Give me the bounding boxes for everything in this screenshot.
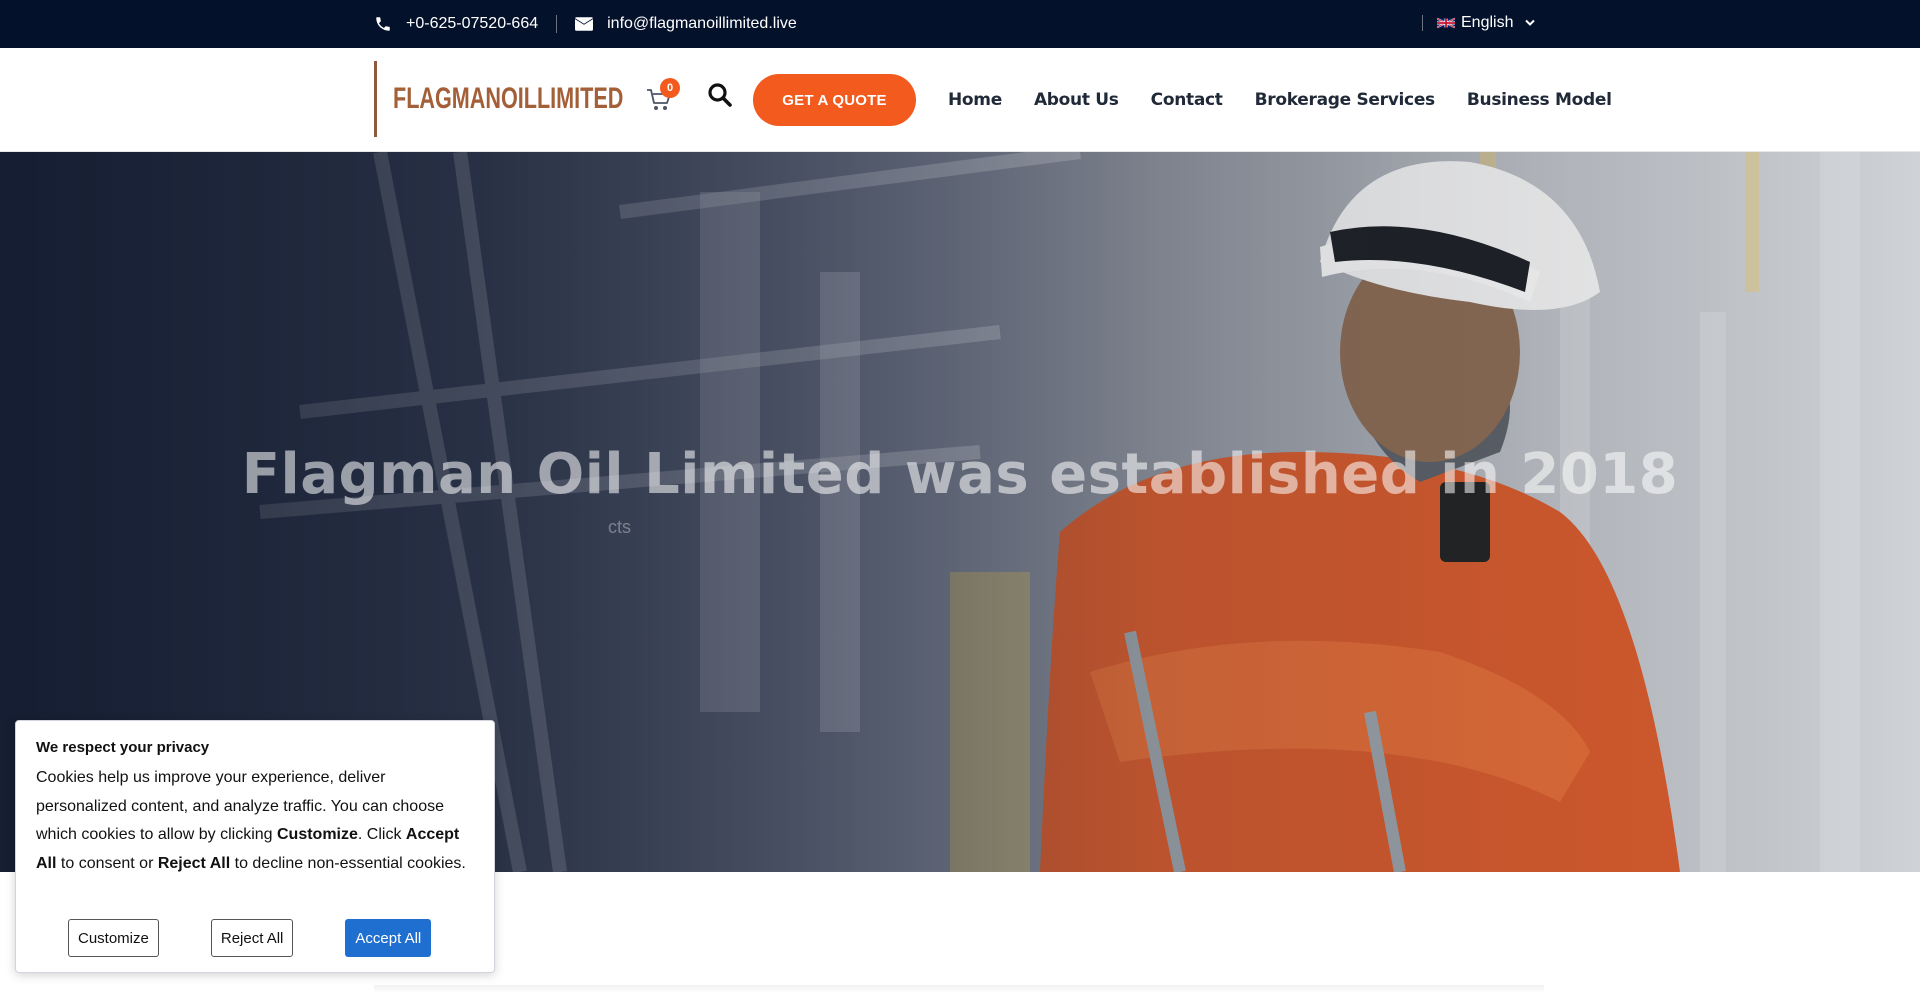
hero-subtext: cts xyxy=(608,517,632,537)
cart-button[interactable]: 0 xyxy=(645,78,680,116)
top-contact: +0-625-07520-664 info@flagmanoillimited.… xyxy=(374,0,797,48)
reject-all-button[interactable]: Reject All xyxy=(210,919,294,957)
logo-bar xyxy=(374,61,377,137)
uk-flag-icon xyxy=(1437,17,1455,29)
divider xyxy=(1422,15,1423,31)
hero-headline: Flagman Oil Limited was established in 2… xyxy=(241,442,1679,507)
search-icon xyxy=(708,83,732,107)
top-bar: +0-625-07520-664 info@flagmanoillimited.… xyxy=(0,0,1920,48)
main-nav: Home About Us Contact Brokerage Services… xyxy=(948,48,1612,152)
search-button[interactable] xyxy=(707,82,735,110)
nav-contact[interactable]: Contact xyxy=(1151,90,1223,110)
get-a-quote-button[interactable]: GET A QUOTE xyxy=(753,74,916,126)
cookie-bold-customize: Customize xyxy=(277,826,358,843)
email-address: info@flagmanoillimited.live xyxy=(607,15,797,32)
nav-brokerage-services[interactable]: Brokerage Services xyxy=(1255,90,1436,110)
logo-text: FLAGMANOILLIMITED xyxy=(393,82,624,115)
phone-link[interactable]: +0-625-07520-664 xyxy=(374,15,538,33)
nav-about-us[interactable]: About Us xyxy=(1034,90,1119,110)
cookie-text-4: to decline non-essential cookies. xyxy=(230,854,466,872)
nav-home[interactable]: Home xyxy=(948,90,1002,110)
section-shadow xyxy=(374,985,1544,993)
cookie-consent-banner: We respect your privacy Cookies help us … xyxy=(15,720,495,973)
divider xyxy=(556,15,558,33)
cookie-bold-reject: Reject All xyxy=(157,854,231,872)
envelope-icon xyxy=(575,17,594,31)
nav-business-model[interactable]: Business Model xyxy=(1467,90,1612,110)
phone-icon xyxy=(376,17,390,31)
cookie-title: We respect your privacy xyxy=(36,739,210,756)
language-selector[interactable]: English xyxy=(1422,0,1536,46)
cookie-text: Cookies help us improve your experience,… xyxy=(36,764,476,878)
language-label: English xyxy=(1461,14,1514,31)
phone-number: +0-625-07520-664 xyxy=(406,15,539,32)
cookie-buttons: Customize Reject All Accept All xyxy=(68,919,432,957)
accept-all-button[interactable]: Accept All xyxy=(345,919,432,957)
chevron-down-icon xyxy=(1525,19,1536,26)
cookie-text-2: . Click xyxy=(357,826,406,843)
email-link[interactable]: info@flagmanoillimited.live xyxy=(575,15,797,33)
site-header: FLAGMANOILLIMITED 0 GET A QUOTE Home Abo… xyxy=(0,48,1920,152)
customize-button[interactable]: Customize xyxy=(68,919,159,957)
cart-count-badge: 0 xyxy=(660,78,680,98)
cookie-text-3: to consent or xyxy=(56,854,158,872)
